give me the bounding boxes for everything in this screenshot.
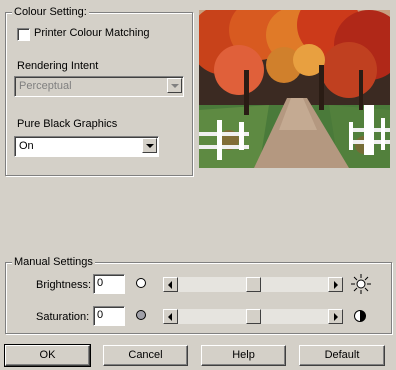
printer-colour-matching-checkbox[interactable]: [17, 28, 30, 41]
sun-icon: [351, 274, 371, 294]
half-circle-icon: [354, 310, 366, 322]
ok-button[interactable]: OK: [4, 344, 91, 367]
cancel-button[interactable]: Cancel: [103, 345, 188, 366]
saturation-increase-button[interactable]: [328, 309, 343, 324]
saturation-slider-thumb[interactable]: [245, 309, 261, 324]
brightness-slider-thumb[interactable]: [245, 277, 261, 292]
default-button[interactable]: Default: [299, 345, 385, 366]
saturation-label: Saturation:: [36, 311, 90, 323]
colour-settings-dialog: { "colour_setting": { "title": "Colour S…: [0, 0, 396, 370]
chevron-down-icon[interactable]: [167, 78, 182, 93]
saturation-input[interactable]: 0: [93, 306, 125, 326]
help-button[interactable]: Help: [201, 345, 286, 366]
chevron-down-icon[interactable]: [142, 138, 157, 153]
colour-setting-title: Colour Setting:: [12, 6, 89, 19]
brightness-value: 0: [97, 277, 104, 289]
grey-circle-icon: [136, 310, 146, 320]
autumn-road-photo-icon: [199, 10, 390, 168]
printer-colour-matching-label: Printer Colour Matching: [34, 27, 150, 39]
manual-settings-title: Manual Settings: [12, 256, 95, 269]
brightness-slider[interactable]: [163, 277, 343, 292]
preview-image: [199, 10, 390, 168]
pure-black-graphics-select[interactable]: On: [14, 136, 159, 157]
rendering-intent-value: Perceptual: [19, 80, 72, 92]
brightness-decrease-button[interactable]: [163, 277, 178, 292]
pure-black-graphics-label: Pure Black Graphics: [17, 118, 118, 130]
rendering-intent-select[interactable]: Perceptual: [14, 76, 184, 97]
saturation-decrease-button[interactable]: [163, 309, 178, 324]
circle-outline-icon: [136, 278, 146, 288]
brightness-increase-button[interactable]: [328, 277, 343, 292]
rendering-intent-label: Rendering Intent: [17, 60, 99, 72]
brightness-label: Brightness:: [36, 279, 92, 291]
saturation-value: 0: [97, 309, 104, 321]
pure-black-graphics-value: On: [19, 140, 34, 152]
saturation-slider[interactable]: [163, 309, 343, 324]
brightness-input[interactable]: 0: [93, 274, 125, 294]
